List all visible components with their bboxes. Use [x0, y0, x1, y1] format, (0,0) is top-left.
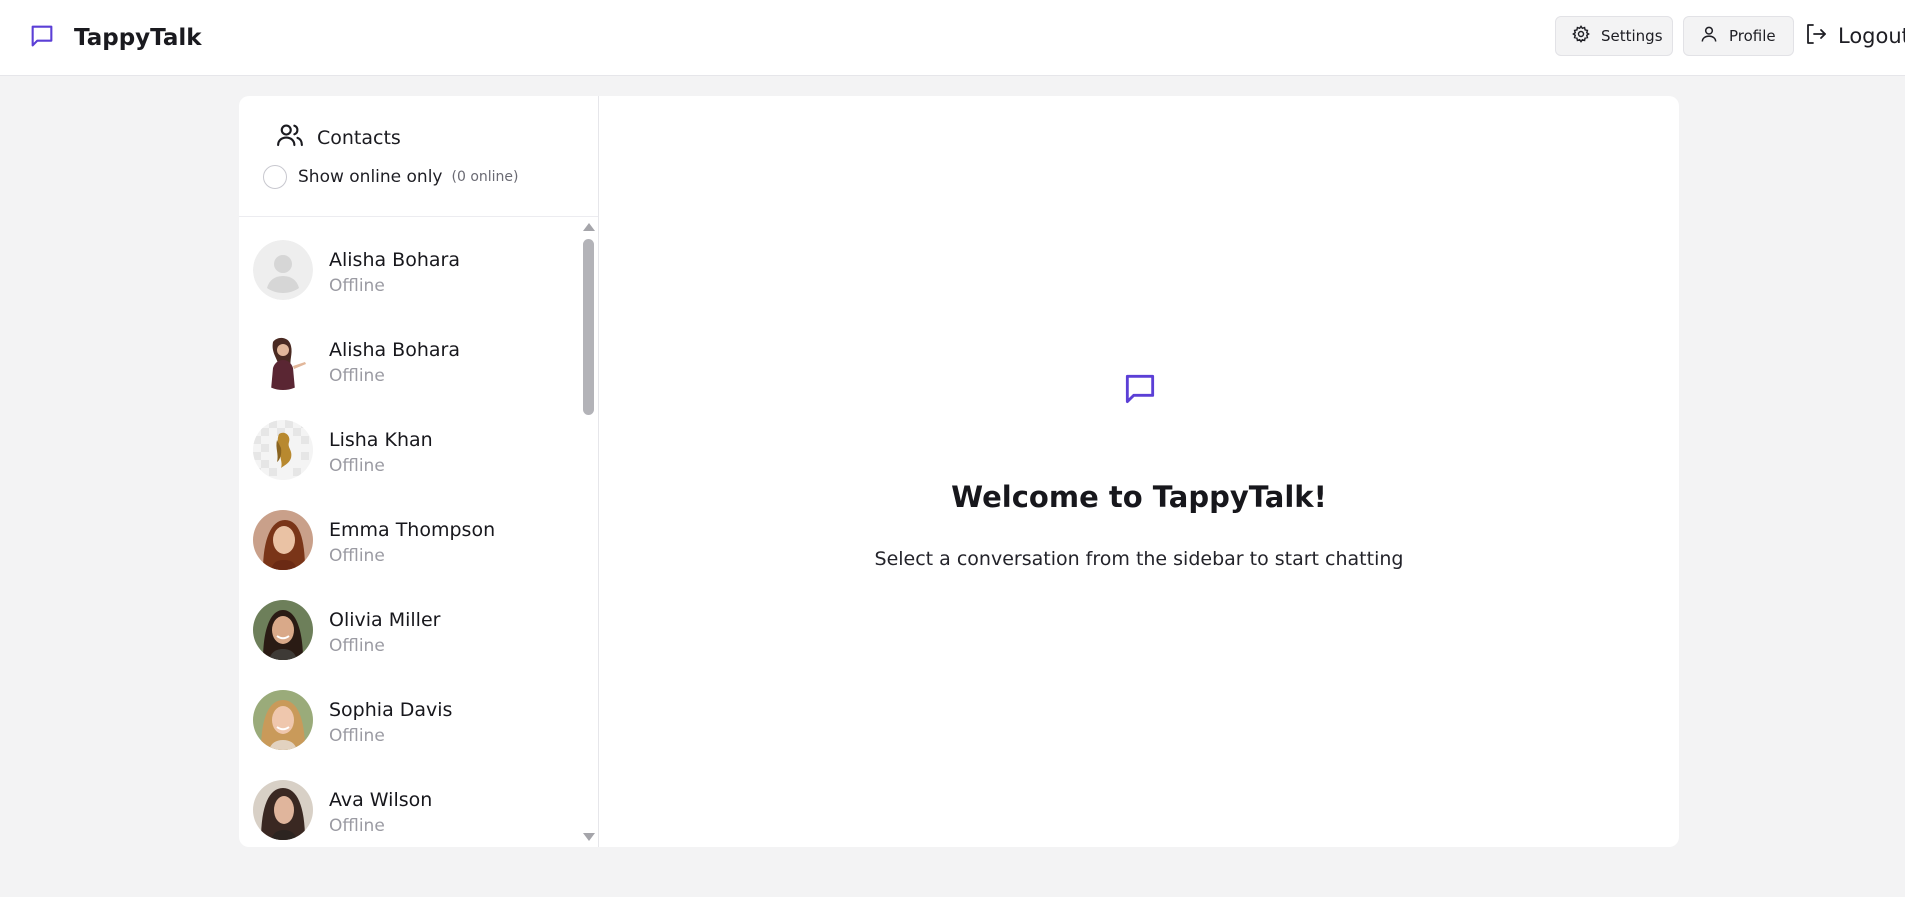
- brand[interactable]: TappyTalk: [28, 20, 202, 56]
- contact-item[interactable]: Olivia Miller Offline: [239, 585, 579, 675]
- sidebar-header: Contacts Show online only (0 online): [239, 96, 598, 217]
- profile-button[interactable]: Profile: [1683, 16, 1794, 56]
- default-avatar-icon: [253, 240, 313, 300]
- contact-name: Lisha Khan: [329, 429, 433, 451]
- contact-status: Offline: [329, 726, 385, 746]
- avatar: [253, 510, 313, 570]
- contacts-sidebar: Contacts Show online only (0 online) Ali…: [239, 96, 599, 847]
- contact-list: Alisha Bohara Offline Alisha Bohara Offl…: [239, 217, 598, 847]
- contact-item[interactable]: Lisha Khan Offline: [239, 405, 579, 495]
- profile-label: Profile: [1729, 27, 1776, 45]
- message-square-icon: [28, 22, 56, 54]
- online-count: (0 online): [451, 169, 519, 185]
- scroll-thumb[interactable]: [583, 239, 594, 415]
- contact-status: Offline: [329, 276, 385, 296]
- contact-status: Offline: [329, 636, 385, 656]
- scroll-down-arrow-icon[interactable]: [583, 833, 595, 841]
- avatar: [253, 780, 313, 840]
- contact-name: Alisha Bohara: [329, 249, 460, 271]
- contacts-heading: Contacts: [263, 120, 401, 155]
- message-square-icon: [1121, 370, 1159, 408]
- logout-label: Logout: [1838, 24, 1905, 48]
- avatar: [253, 600, 313, 660]
- users-icon: [275, 120, 305, 155]
- contact-item[interactable]: Alisha Bohara Offline: [239, 225, 579, 315]
- contact-item[interactable]: Emma Thompson Offline: [239, 495, 579, 585]
- contact-name: Emma Thompson: [329, 519, 496, 541]
- online-only-checkbox[interactable]: [263, 165, 287, 189]
- online-filter: Show online only (0 online): [263, 165, 519, 189]
- top-navbar: TappyTalk Settings Profile Logout: [0, 0, 1905, 76]
- avatar: [253, 420, 313, 480]
- nav-actions: Settings Profile Logout: [1555, 16, 1905, 56]
- user-icon: [1699, 24, 1729, 48]
- contact-name: Sophia Davis: [329, 699, 453, 721]
- welcome-title: Welcome to TappyTalk!: [951, 480, 1327, 514]
- contact-status: Offline: [329, 366, 385, 386]
- scroll-up-arrow-icon[interactable]: [583, 223, 595, 231]
- contact-name: Alisha Bohara: [329, 339, 460, 361]
- contact-list-scrollbar[interactable]: [579, 217, 598, 847]
- contact-status: Offline: [329, 816, 385, 836]
- contact-item[interactable]: Sophia Davis Offline: [239, 675, 579, 765]
- avatar: [253, 690, 313, 750]
- contact-status: Offline: [329, 456, 385, 476]
- welcome-panel: Welcome to TappyTalk! Select a conversat…: [599, 96, 1679, 847]
- online-only-label[interactable]: Show online only: [298, 167, 443, 187]
- chat-container: Contacts Show online only (0 online) Ali…: [239, 96, 1679, 847]
- contact-item[interactable]: Ava Wilson Offline: [239, 765, 579, 847]
- settings-label: Settings: [1601, 27, 1663, 45]
- logout-button[interactable]: Logout: [1804, 16, 1905, 56]
- contact-name: Olivia Miller: [329, 609, 441, 631]
- avatar: [253, 330, 313, 390]
- logout-icon: [1804, 22, 1838, 51]
- welcome-subtitle: Select a conversation from the sidebar t…: [874, 548, 1404, 570]
- app-name: TappyTalk: [74, 25, 202, 51]
- settings-button[interactable]: Settings: [1555, 16, 1673, 56]
- gear-icon: [1571, 24, 1601, 48]
- contact-name: Ava Wilson: [329, 789, 433, 811]
- contact-item[interactable]: Alisha Bohara Offline: [239, 315, 579, 405]
- contact-status: Offline: [329, 546, 385, 566]
- contacts-title: Contacts: [317, 126, 401, 149]
